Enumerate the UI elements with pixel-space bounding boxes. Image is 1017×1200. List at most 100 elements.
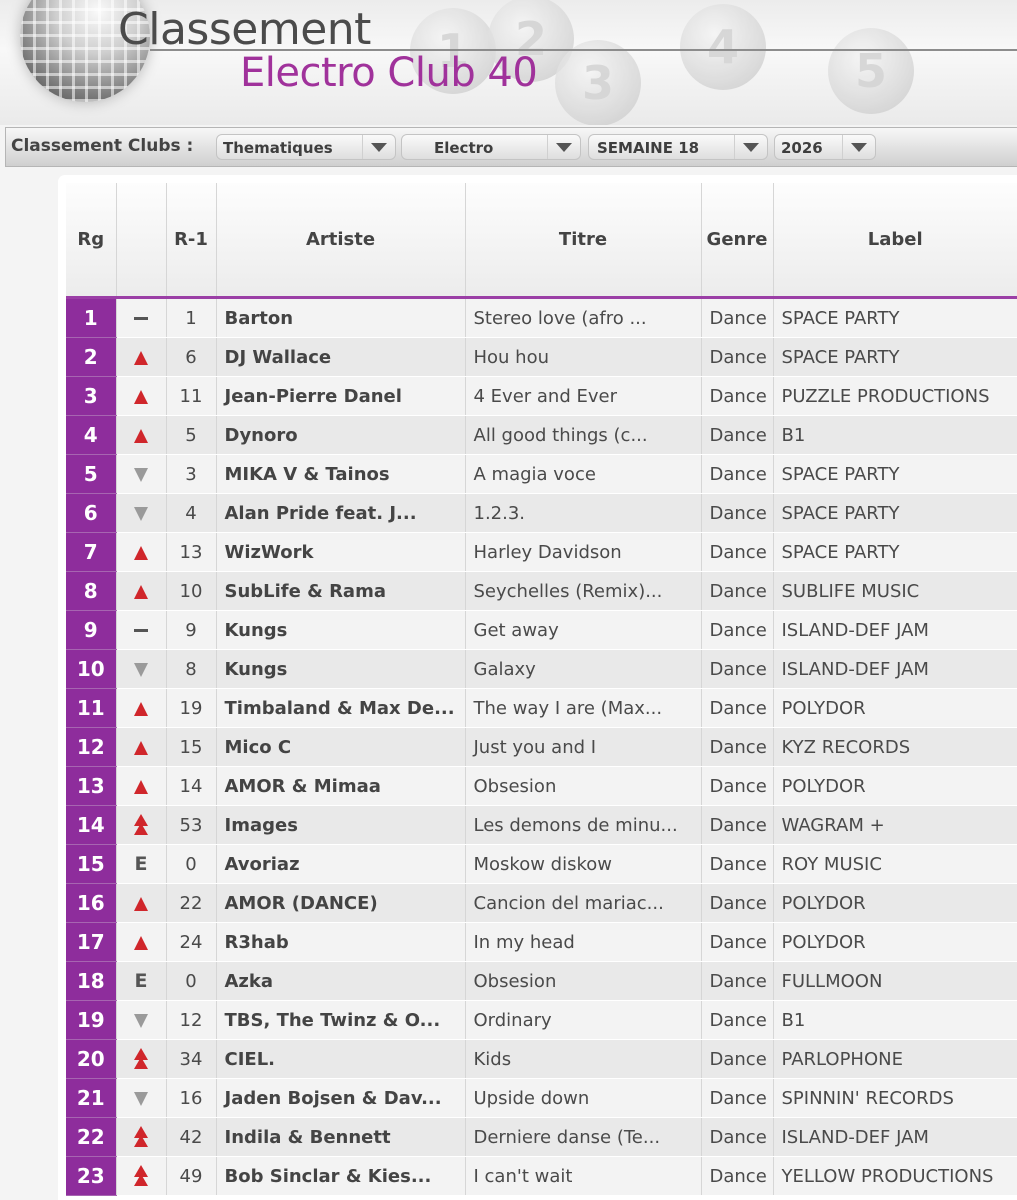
title-cell[interactable]: Seychelles (Remix)... (465, 571, 702, 611)
rank-cell: 14 (66, 805, 117, 845)
artist-cell[interactable]: Avoriaz (216, 844, 466, 884)
rank-cell: 9 (66, 610, 117, 650)
table-row[interactable]: 1 1 Barton Stereo love (afro ... Dance SPACE … (66, 297, 1017, 338)
theme-select[interactable]: Electro (401, 134, 581, 160)
table-row[interactable]: 2 6 DJ Wallace Hou hou Dance SPACE PARTY (66, 337, 1017, 377)
title-cell[interactable]: All good things (c... (465, 415, 702, 455)
artist-cell[interactable]: DJ Wallace (216, 337, 466, 377)
title-cell[interactable]: Derniere danse (Te... (465, 1117, 702, 1157)
title-cell[interactable]: Obsesion (465, 961, 702, 1001)
title-cell[interactable]: Just you and I (465, 727, 702, 767)
col-artist-header[interactable]: Artiste (216, 183, 466, 299)
title-cell[interactable]: I can't wait (465, 1156, 702, 1196)
movement-cell (116, 297, 167, 338)
title-cell[interactable]: Galaxy (465, 649, 702, 689)
label-cell: ISLAND-DEF JAM (773, 649, 1017, 689)
rank-cell: 5 (66, 454, 117, 494)
artist-cell[interactable]: Bob Sinclar & Kies... (216, 1156, 466, 1196)
arrow-down-icon (134, 662, 148, 677)
rank-cell: 20 (66, 1039, 117, 1079)
col-title-header[interactable]: Titre (465, 183, 702, 299)
artist-cell[interactable]: Jaden Bojsen & Dav... (216, 1078, 466, 1118)
table-row[interactable]: 20 34 CIEL. Kids Dance PARLOPHONE (66, 1039, 1017, 1079)
table-row[interactable]: 18 E 0 Azka Obsesion Dance FULLMOON (66, 961, 1017, 1001)
table-row[interactable]: 12 15 Mico C Just you and I Dance KYZ RECORDS (66, 727, 1017, 767)
arrow-up-icon (134, 896, 148, 911)
table-row[interactable]: 11 19 Timbaland & Max De... The way I are (… (66, 688, 1017, 728)
title-cell[interactable]: A magia voce (465, 454, 702, 494)
genre-cell: Dance (701, 415, 774, 455)
table-row[interactable]: 4 5 Dynoro All good things (c... Dance B1 (66, 415, 1017, 455)
title-cell[interactable]: Moskow diskow (465, 844, 702, 884)
artist-cell[interactable]: Azka (216, 961, 466, 1001)
double-arrow-up-icon (134, 814, 148, 836)
artist-cell[interactable]: Kungs (216, 610, 466, 650)
title-cell[interactable]: Ordinary (465, 1000, 702, 1040)
week-select[interactable]: SEMAINE 18 (588, 134, 768, 160)
week-value: SEMAINE 18 (597, 139, 700, 157)
artist-cell[interactable]: Indila & Bennett (216, 1117, 466, 1157)
table-row[interactable]: 17 24 R3hab In my head Dance POLYDOR (66, 922, 1017, 962)
table-row[interactable]: 21 16 Jaden Bojsen & Dav... Upside down Danc… (66, 1078, 1017, 1118)
artist-cell[interactable]: Images (216, 805, 466, 845)
label-cell: SPACE PARTY (773, 454, 1017, 494)
artist-cell[interactable]: R3hab (216, 922, 466, 962)
previous-rank-cell: 3 (166, 454, 217, 494)
table-body: 1 1 Barton Stereo love (afro ... Dance SPACE … (66, 297, 1017, 1196)
artist-cell[interactable]: Timbaland & Max De... (216, 688, 466, 728)
artist-cell[interactable]: AMOR (DANCE) (216, 883, 466, 923)
table-row[interactable]: 14 53 Images Les demons de minu... Dance WAGR… (66, 805, 1017, 845)
table-row[interactable]: 23 49 Bob Sinclar & Kies... I can't wait Dan… (66, 1156, 1017, 1196)
artist-cell[interactable]: Barton (216, 297, 466, 338)
artist-cell[interactable]: MIKA V & Tainos (216, 454, 466, 494)
table-row[interactable]: 10 8 Kungs Galaxy Dance ISLAND-DEF JAM (66, 649, 1017, 689)
artist-cell[interactable]: Dynoro (216, 415, 466, 455)
col-label-header[interactable]: Label (773, 183, 1017, 299)
table-row[interactable]: 8 10 SubLife & Rama Seychelles (Remix)... Da… (66, 571, 1017, 611)
table-row[interactable]: 15 E 0 Avoriaz Moskow diskow Dance ROY MUSIC (66, 844, 1017, 884)
table-row[interactable]: 5 3 MIKA V & Tainos A magia voce Dance SPACE … (66, 454, 1017, 494)
title-cell[interactable]: Obsesion (465, 766, 702, 806)
title-cell[interactable]: Upside down (465, 1078, 702, 1118)
table-row[interactable]: 9 9 Kungs Get away Dance ISLAND-DEF JAM (66, 610, 1017, 650)
artist-cell[interactable]: Jean-Pierre Danel (216, 376, 466, 416)
col-previous-header[interactable]: R-1 (166, 183, 217, 299)
title-cell[interactable]: Hou hou (465, 337, 702, 377)
movement-cell (116, 493, 167, 533)
year-select[interactable]: 2026 (774, 134, 876, 160)
table-row[interactable]: 6 4 Alan Pride feat. J... 1.2.3. Dance SPACE … (66, 493, 1017, 533)
title-cell[interactable]: 1.2.3. (465, 493, 702, 533)
title-cell[interactable]: Kids (465, 1039, 702, 1079)
artist-cell[interactable]: Kungs (216, 649, 466, 689)
rank-cell: 21 (66, 1078, 117, 1118)
artist-cell[interactable]: WizWork (216, 532, 466, 572)
rank-cell: 16 (66, 883, 117, 923)
artist-cell[interactable]: CIEL. (216, 1039, 466, 1079)
title-cell[interactable]: The way I are (Max... (465, 688, 702, 728)
artist-cell[interactable]: Mico C (216, 727, 466, 767)
category-select[interactable]: Thematiques (216, 134, 396, 160)
table-row[interactable]: 13 14 AMOR & Mimaa Obsesion Dance POLYDOR (66, 766, 1017, 806)
previous-rank-cell: 22 (166, 883, 217, 923)
artist-cell[interactable]: AMOR & Mimaa (216, 766, 466, 806)
artist-cell[interactable]: TBS, The Twinz & O... (216, 1000, 466, 1040)
label-cell: WAGRAM + (773, 805, 1017, 845)
movement-cell (116, 376, 167, 416)
title-cell[interactable]: In my head (465, 922, 702, 962)
artist-cell[interactable]: Alan Pride feat. J... (216, 493, 466, 533)
table-row[interactable]: 7 13 WizWork Harley Davidson Dance SPACE PART… (66, 532, 1017, 572)
title-cell[interactable]: Les demons de minu... (465, 805, 702, 845)
table-row[interactable]: 22 42 Indila & Bennett Derniere danse (Te..… (66, 1117, 1017, 1157)
double-arrow-up-icon (134, 1126, 148, 1148)
col-genre-header[interactable]: Genre (701, 183, 774, 299)
col-rank-header[interactable]: Rg (66, 183, 117, 299)
title-cell[interactable]: Stereo love (afro ... (465, 297, 702, 338)
title-cell[interactable]: Cancion del mariac... (465, 883, 702, 923)
title-cell[interactable]: Harley Davidson (465, 532, 702, 572)
artist-cell[interactable]: SubLife & Rama (216, 571, 466, 611)
table-row[interactable]: 16 22 AMOR (DANCE) Cancion del mariac... Dan… (66, 883, 1017, 923)
table-row[interactable]: 3 11 Jean-Pierre Danel 4 Ever and Ever Dance… (66, 376, 1017, 416)
table-row[interactable]: 19 12 TBS, The Twinz & O... Ordinary Dance B1 (66, 1000, 1017, 1040)
title-cell[interactable]: Get away (465, 610, 702, 650)
title-cell[interactable]: 4 Ever and Ever (465, 376, 702, 416)
